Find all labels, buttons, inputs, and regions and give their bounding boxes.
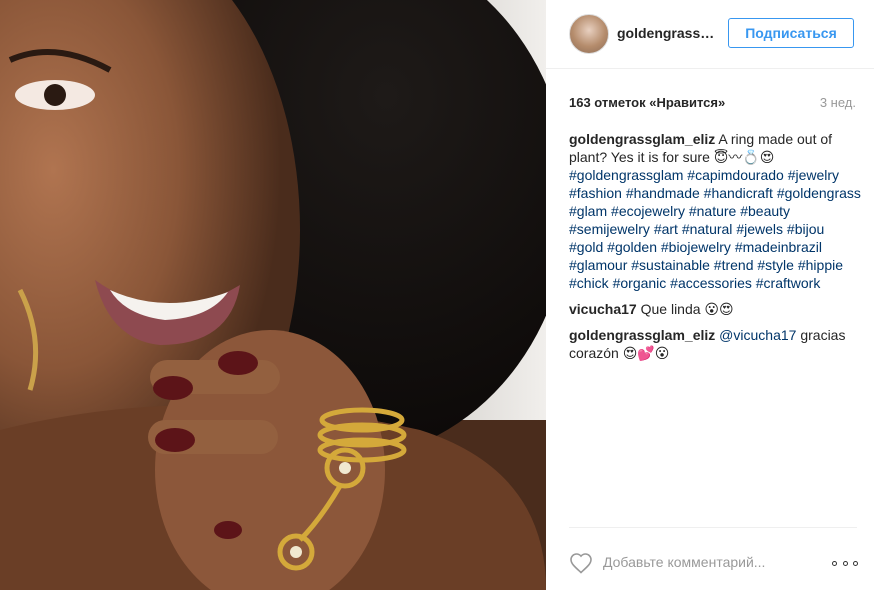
- follow-button[interactable]: Подписаться: [728, 18, 854, 48]
- hashtag-link[interactable]: #craftwork: [756, 275, 821, 291]
- hashtag-link[interactable]: #natural: [682, 221, 733, 237]
- likes-row: 163 отметок «Нравится» 3 нед.: [569, 95, 856, 111]
- hashtag-link[interactable]: #nature: [689, 203, 736, 219]
- comments-list: goldengrassglam_eliz A ring made out of …: [569, 130, 861, 370]
- comment-text: Que linda 😮😍: [640, 301, 734, 317]
- hashtag-link[interactable]: #semijewelry: [569, 221, 650, 237]
- post-time[interactable]: 3 нед.: [820, 95, 856, 110]
- heart-outline-icon[interactable]: [569, 552, 593, 574]
- comment-author[interactable]: goldengrassglam_eliz: [569, 131, 715, 147]
- hashtag-link[interactable]: #biojewelry: [661, 239, 731, 255]
- hashtag-link[interactable]: #handmade: [626, 185, 700, 201]
- hashtag-link[interactable]: #goldengrassglam: [569, 167, 683, 183]
- divider: [569, 527, 857, 528]
- comment-item: goldengrassglam_eliz A ring made out of …: [569, 130, 861, 292]
- post-header: goldengrass… Подписаться: [546, 0, 874, 69]
- comment-input[interactable]: [603, 552, 813, 572]
- comment-author[interactable]: vicucha17: [569, 301, 637, 317]
- comment-item: vicucha17 Que linda 😮😍: [569, 300, 861, 318]
- comment-item: goldengrassglam_eliz @vicucha17 gracias …: [569, 326, 861, 362]
- more-options-icon[interactable]: [832, 556, 858, 570]
- hashtag-link[interactable]: #art: [654, 221, 678, 237]
- hashtag-link[interactable]: #jewelry: [788, 167, 839, 183]
- hashtag-link[interactable]: #glamour: [569, 257, 627, 273]
- hashtag-link[interactable]: #ecojewelry: [611, 203, 685, 219]
- hashtag-link[interactable]: #trend: [714, 257, 754, 273]
- hashtag-link[interactable]: #hippie: [798, 257, 843, 273]
- hashtag-link[interactable]: #goldengrass: [777, 185, 861, 201]
- hashtag-link[interactable]: #style: [757, 257, 794, 273]
- hashtag-link[interactable]: #glam: [569, 203, 607, 219]
- hashtag-link[interactable]: #handicraft: [704, 185, 773, 201]
- hashtag-link[interactable]: #organic: [613, 275, 667, 291]
- hashtag-link[interactable]: #accessories: [670, 275, 752, 291]
- post-photo[interactable]: [0, 0, 546, 590]
- hashtag-link[interactable]: #golden: [607, 239, 657, 255]
- hashtag-list: #goldengrassglam #capimdourado #jewelry …: [569, 167, 861, 291]
- hashtag-link[interactable]: #madeinbrazil: [735, 239, 822, 255]
- avatar[interactable]: [569, 14, 609, 54]
- hashtag-link[interactable]: #sustainable: [631, 257, 710, 273]
- hashtag-link[interactable]: #gold: [569, 239, 603, 255]
- hashtag-link[interactable]: #chick: [569, 275, 609, 291]
- hashtag-link[interactable]: #fashion: [569, 185, 622, 201]
- username-link[interactable]: goldengrass…: [617, 25, 714, 41]
- hashtag-link[interactable]: #bijou: [787, 221, 824, 237]
- more-dot: [842, 560, 848, 566]
- comment-author[interactable]: goldengrassglam_eliz: [569, 327, 715, 343]
- likes-count[interactable]: 163 отметок «Нравится»: [569, 95, 725, 110]
- hashtag-link[interactable]: #capimdourado: [687, 167, 784, 183]
- hashtag-link[interactable]: #jewels: [736, 221, 783, 237]
- hashtag-link[interactable]: #beauty: [740, 203, 790, 219]
- comment-mention[interactable]: @vicucha17: [719, 327, 796, 343]
- post-sidebar: goldengrass… Подписаться 163 отметок «Нр…: [546, 0, 874, 590]
- more-dot: [832, 560, 837, 566]
- more-dot: [853, 560, 858, 566]
